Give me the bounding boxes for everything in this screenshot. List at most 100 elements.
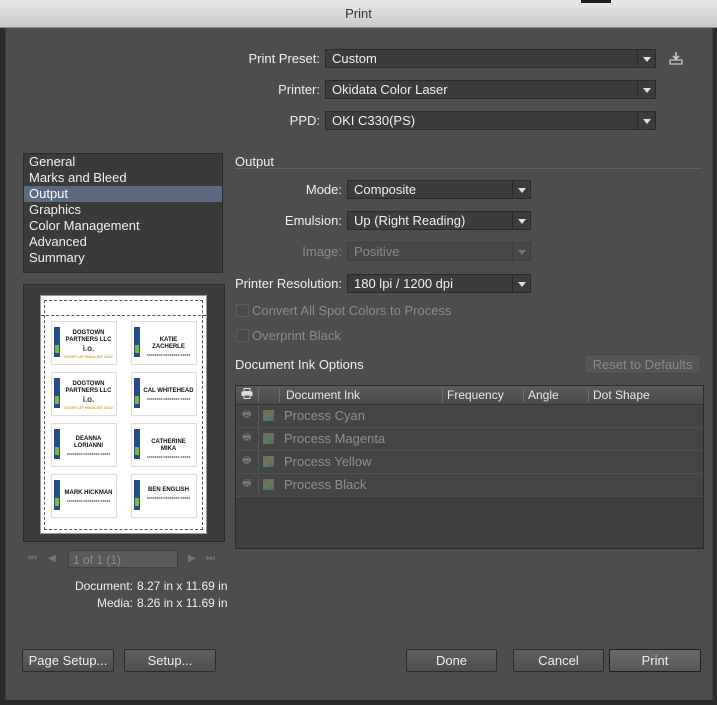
badge-card: CAL WHITEHEAD XXXXXXXX XXXXXXXX XXXXX — [131, 372, 197, 416]
ink-row[interactable]: 🖶 Process Yellow — [236, 451, 703, 474]
process-ink-icon — [263, 433, 274, 444]
convert-spot-colors-checkbox[interactable] — [236, 304, 249, 317]
badge-sub: START-UP FINALIST 2012 — [64, 354, 113, 359]
chevron-down-icon — [512, 212, 530, 229]
process-ink-icon — [263, 410, 274, 421]
ink-table: Document Ink Frequency Angle Dot Shape 🖶… — [235, 385, 704, 549]
process-ink-icon — [263, 479, 274, 490]
badge-name: KATIE ZACHERLE — [152, 337, 185, 350]
window-titlebar: Print — [0, 0, 717, 28]
chamber-logo — [54, 480, 60, 510]
col-document-ink[interactable]: Document Ink — [286, 388, 360, 402]
print-button[interactable]: Print — [609, 649, 701, 672]
nav-item-general[interactable]: General — [24, 154, 222, 170]
print-preset-label: Print Preset: — [248, 51, 320, 66]
printer-resolution-dropdown[interactable]: 180 lpi / 1200 dpi — [347, 274, 531, 293]
printer-icon[interactable]: 🖶 — [242, 479, 253, 489]
badge-sub: START-UP FINALIST 2012 — [64, 405, 113, 410]
nav-item-summary[interactable]: Summary — [24, 250, 222, 266]
badge-name: CAL WHITEHEAD — [143, 388, 194, 394]
image-dropdown[interactable]: Positive — [347, 242, 531, 261]
printer-resolution-label: Printer Resolution: — [235, 276, 342, 291]
overprint-black-label: Overprint Black — [252, 328, 341, 343]
printer-icon[interactable]: 🖶 — [242, 456, 253, 466]
badge-name: DEANNA LORIANNI — [74, 436, 103, 449]
emulsion-dropdown[interactable]: Up (Right Reading) — [347, 211, 531, 230]
badge-name: CATHERINE MIKA — [151, 439, 186, 452]
image-value: Positive — [354, 244, 400, 259]
print-preset-value: Custom — [332, 51, 377, 66]
chevron-down-icon — [512, 181, 530, 198]
print-column-icon — [241, 388, 253, 402]
badge-extra: i.o. — [82, 395, 95, 404]
badge-card: KATIE ZACHERLE XXXXXXXX XXXXXXXX XXXXX — [131, 321, 197, 365]
badge-card: CATHERINE MIKA XXXXXXXX XXXXXXXX XXXXX — [131, 423, 197, 467]
chamber-logo — [54, 378, 60, 408]
badge-card: DOGTOWN PARTNERS LLC i.o. START-UP FINALIS… — [51, 372, 117, 416]
badge-name: BEN ENGLISH — [147, 487, 189, 493]
badge-name: DOGTOWN PARTNERS LLC — [65, 381, 112, 394]
preview-pager: ⏮ ◀ 1 of 1 (1) ▶ ⏭ — [26, 550, 226, 570]
nav-item-color-management[interactable]: Color Management — [24, 218, 222, 234]
cancel-button[interactable]: Cancel — [513, 649, 604, 672]
chevron-down-icon — [512, 243, 530, 260]
ink-row[interactable]: 🖶 Process Cyan — [236, 405, 703, 428]
category-list: General Marks and Bleed Output Graphics … — [23, 153, 223, 273]
ink-name: Process Yellow — [284, 454, 372, 469]
page-setup-button[interactable]: Page Setup... — [22, 649, 114, 672]
overprint-black-checkbox[interactable] — [236, 329, 249, 342]
chamber-logo — [134, 429, 140, 459]
badge-card: DEANNA LORIANNI XXXXXXXX XXXXXXXX XXXXX — [51, 423, 117, 467]
printer-icon[interactable]: 🖶 — [242, 410, 253, 420]
print-preset-dropdown[interactable]: Custom — [325, 49, 656, 68]
preview-page: DOGTOWN PARTNERS LLC i.o. START-UP FINALIS… — [40, 295, 207, 534]
ink-row[interactable]: 🖶 Process Magenta — [236, 428, 703, 451]
chamber-logo — [54, 327, 60, 357]
badge-sub: XXXXXXXX XXXXXXXX XXXXX — [146, 496, 191, 500]
nav-item-graphics[interactable]: Graphics — [24, 202, 222, 218]
ink-name: Process Magenta — [284, 431, 386, 446]
convert-spot-colors-label: Convert All Spot Colors to Process — [252, 303, 452, 318]
ink-table-header: Document Ink Frequency Angle Dot Shape — [236, 386, 703, 405]
mode-dropdown[interactable]: Composite — [347, 180, 531, 199]
setup-button[interactable]: Setup... — [124, 649, 216, 672]
chevron-down-icon — [637, 50, 655, 67]
printer-resolution-value: 180 lpi / 1200 dpi — [354, 276, 454, 291]
printer-value: Okidata Color Laser — [332, 82, 448, 97]
nav-item-advanced[interactable]: Advanced — [24, 234, 222, 250]
nav-item-output[interactable]: Output — [24, 186, 222, 202]
badge-card: BEN ENGLISH XXXXXXXX XXXXXXXX XXXXX — [131, 474, 197, 518]
window-title: Print — [345, 6, 372, 21]
done-button[interactable]: Done — [406, 649, 497, 672]
col-dot-shape[interactable]: Dot Shape — [593, 388, 650, 402]
badge-sub: XXXXXXXX XXXXXXXX XXXXX — [66, 499, 111, 503]
printer-label: Printer: — [278, 82, 320, 97]
ppd-dropdown[interactable]: OKI C330(PS) — [325, 111, 656, 130]
print-preview-panel: DOGTOWN PARTNERS LLC i.o. START-UP FINALIS… — [23, 284, 225, 542]
window-corner-shadow — [581, 0, 611, 3]
printer-icon[interactable]: 🖶 — [242, 433, 253, 443]
nav-item-marks-and-bleed[interactable]: Marks and Bleed — [24, 170, 222, 186]
prev-page-icon[interactable]: ◀ — [48, 553, 56, 564]
ink-name: Process Black — [284, 477, 367, 492]
chevron-down-icon — [637, 112, 655, 129]
badge-name: DOGTOWN PARTNERS LLC — [65, 330, 112, 343]
chevron-down-icon — [637, 81, 655, 98]
ink-row[interactable]: 🖶 Process Black — [236, 474, 703, 497]
col-angle[interactable]: Angle — [528, 388, 559, 402]
chamber-logo — [134, 480, 140, 510]
last-page-icon[interactable]: ⏭ — [206, 553, 215, 564]
chamber-logo — [134, 378, 140, 408]
first-page-icon[interactable]: ⏮ — [28, 553, 37, 564]
page-indicator-field[interactable]: 1 of 1 (1) — [68, 550, 178, 568]
reset-to-defaults-button[interactable]: Reset to Defaults — [584, 354, 701, 374]
col-frequency[interactable]: Frequency — [447, 388, 504, 402]
next-page-icon[interactable]: ▶ — [188, 553, 196, 564]
mode-value: Composite — [354, 182, 417, 197]
printer-dropdown[interactable]: Okidata Color Laser — [325, 80, 656, 99]
save-preset-icon[interactable] — [668, 51, 684, 65]
emulsion-value: Up (Right Reading) — [354, 213, 466, 228]
media-size-value: 8.26 in x 11.69 in — [137, 596, 228, 610]
badge-sub: XXXXXXXX XXXXXXXX XXXXX — [66, 452, 111, 456]
ink-name: Process Cyan — [284, 408, 365, 423]
